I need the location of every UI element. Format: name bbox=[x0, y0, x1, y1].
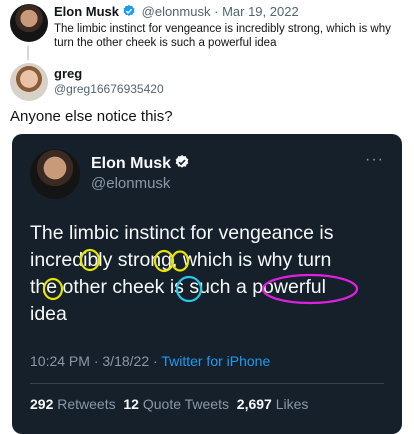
retweets-label: Retweets bbox=[57, 396, 116, 412]
likes-count: 2,697 bbox=[236, 396, 272, 412]
cyan-circle-is bbox=[175, 275, 203, 303]
quoted-tweet-text-line2: turn the other cheek is such a powerful … bbox=[54, 37, 277, 49]
embed-dot2: · bbox=[153, 353, 158, 369]
quote-tweets-label: Quote Tweets bbox=[142, 396, 229, 412]
likes-label: Likes bbox=[275, 396, 309, 412]
avatar-greg[interactable] bbox=[10, 63, 48, 101]
separator: · bbox=[214, 4, 219, 19]
annotation-overlay bbox=[42, 248, 359, 305]
tweet-date[interactable]: Mar 19, 2022 bbox=[222, 4, 299, 19]
embed-timestamp: 10:24 PM · 3/18/22 · Twitter for iPhone bbox=[30, 353, 270, 369]
author-handle[interactable]: @elonmusk bbox=[142, 4, 211, 19]
embed-date: 3/18/22 bbox=[102, 353, 150, 369]
embed-stats: 292 Retweets 12 Quote Tweets 2,697 Likes bbox=[30, 396, 308, 412]
reply-text: Anyone else notice this? bbox=[10, 108, 173, 125]
embedded-tweet-image[interactable]: Elon Musk @elonmusk ··· The limbic insti… bbox=[12, 134, 402, 434]
embed-source: Twitter for iPhone bbox=[161, 353, 271, 369]
reply-author-handle[interactable]: @greg16676935420 bbox=[54, 82, 164, 96]
retweets-count: 292 bbox=[30, 396, 54, 412]
magenta-circle-powerful bbox=[261, 273, 359, 305]
avatar-elon-musk[interactable] bbox=[10, 4, 48, 42]
reply-author-name[interactable]: greg bbox=[54, 66, 82, 81]
embed-dot1: · bbox=[93, 353, 99, 369]
quoted-tweet-header: Elon Musk @elonmusk · Mar 19, 2022 bbox=[54, 4, 299, 21]
yellow-circle-ong bbox=[153, 249, 175, 273]
yellow-circle-d bbox=[79, 248, 101, 272]
thread-line bbox=[27, 46, 29, 60]
embed-divider bbox=[30, 383, 384, 384]
quoted-tweet-text-line1: The limbic instinct for vengeance is inc… bbox=[54, 23, 391, 35]
yellow-circle-g bbox=[170, 250, 190, 272]
quote-tweets-count: 12 bbox=[123, 396, 139, 412]
verified-badge-icon bbox=[122, 4, 136, 21]
embed-time: 10:24 PM bbox=[30, 353, 90, 369]
author-name[interactable]: Elon Musk bbox=[54, 4, 119, 19]
yellow-circle-e bbox=[42, 277, 64, 301]
